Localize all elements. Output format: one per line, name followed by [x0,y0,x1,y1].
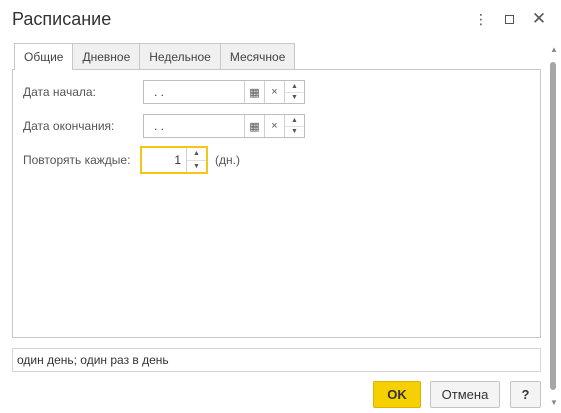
end-date-field[interactable]: . . ▦ × ▲ ▼ [143,114,305,138]
close-icon[interactable]: ✕ [528,8,550,30]
start-date-label: Дата начала: [23,85,96,99]
spin-down-icon[interactable]: ▼ [285,127,304,138]
scrollbar-thumb[interactable] [550,62,556,390]
spin-up-icon[interactable]: ▲ [285,81,304,93]
help-button[interactable]: ? [510,381,541,408]
repeat-days-input[interactable]: 1 [142,148,186,172]
spin-up-icon[interactable]: ▲ [187,148,206,161]
tab-monthly[interactable]: Месячное [219,43,296,69]
spin-up-icon[interactable]: ▲ [285,115,304,127]
scroll-down-arrow[interactable]: ▼ [549,397,559,407]
tab-panel-general [12,69,541,338]
repeat-every-label: Повторять каждые: [23,153,131,167]
clear-icon[interactable]: × [264,115,284,137]
window-title: Расписание [12,9,112,29]
maximize-icon[interactable] [498,8,520,30]
calendar-icon[interactable]: ▦ [244,81,264,103]
tab-strip: Общие Дневное Недельное Месячное [14,43,296,70]
start-date-spinner[interactable]: ▲ ▼ [284,81,304,103]
cancel-button[interactable]: Отмена [430,381,500,408]
tab-weekly[interactable]: Недельное [139,43,221,69]
repeat-days-field[interactable]: 1 ▲ ▼ [140,146,208,174]
repeat-unit-label: (дн.) [215,153,240,167]
schedule-summary: один день; один раз в день [12,348,541,372]
spin-down-icon[interactable]: ▼ [187,161,206,173]
start-date-field[interactable]: . . ▦ × ▲ ▼ [143,80,305,104]
end-date-input[interactable]: . . [144,115,244,137]
clear-icon[interactable]: × [264,81,284,103]
end-date-spinner[interactable]: ▲ ▼ [284,115,304,137]
more-actions-icon[interactable]: ⋮ [470,8,492,30]
tab-daily[interactable]: Дневное [72,43,141,69]
repeat-days-spinner[interactable]: ▲ ▼ [186,148,206,172]
scroll-up-arrow[interactable]: ▲ [549,44,559,54]
calendar-icon[interactable]: ▦ [244,115,264,137]
ok-button[interactable]: OK [373,381,421,408]
tab-general[interactable]: Общие [14,43,74,70]
spin-down-icon[interactable]: ▼ [285,93,304,104]
end-date-label: Дата окончания: [23,119,115,133]
start-date-input[interactable]: . . [144,81,244,103]
